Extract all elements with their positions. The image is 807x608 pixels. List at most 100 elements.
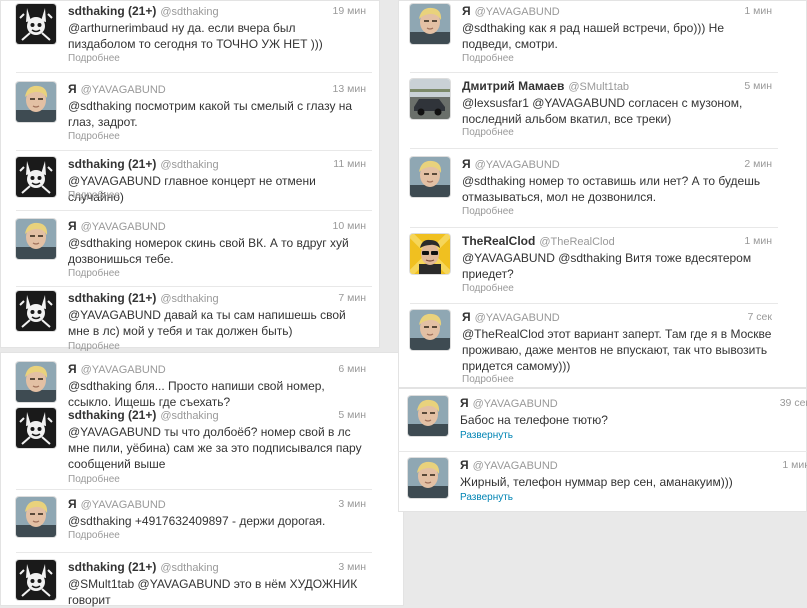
details-link[interactable]: Подробнее [68, 131, 120, 142]
tweet-text: @TheRealClod этот вариант заперт. Там гд… [462, 327, 772, 373]
author-handle[interactable]: @SMult1tab [568, 81, 629, 93]
author-handle[interactable]: @YAVAGABUND [81, 499, 166, 511]
author-handle[interactable]: @YAVAGABUND [475, 312, 560, 324]
car-photo-avatar[interactable] [410, 79, 450, 119]
details-link[interactable]: Подробнее [462, 374, 514, 385]
author-handle[interactable]: @sdthaking [160, 6, 218, 18]
tweet-header: TheRealClod @TheRealClod 1 мин [462, 234, 772, 250]
divider [398, 451, 807, 452]
author-name[interactable]: Дмитрий Мамаев [462, 79, 564, 93]
timestamp[interactable]: 2 мин [744, 158, 772, 170]
blond-man-avatar[interactable] [408, 458, 448, 498]
author-name[interactable]: sdthaking (21+) [68, 560, 156, 574]
blond-man-avatar[interactable] [410, 4, 450, 44]
tweet-text: @YAVAGABUND @sdthaking Витя тоже вдесяте… [462, 251, 752, 281]
author-name[interactable]: Я [68, 219, 77, 233]
expand-link[interactable]: Развернуть [460, 492, 513, 503]
author-handle[interactable]: @YAVAGABUND [473, 398, 558, 410]
blond-man-avatar[interactable] [410, 157, 450, 197]
timestamp[interactable]: 1 мин [782, 459, 807, 471]
blond-man-avatar[interactable] [16, 82, 56, 122]
timestamp[interactable]: 5 мин [744, 80, 772, 92]
blond-man-avatar[interactable] [16, 219, 56, 259]
author-handle[interactable]: @TheRealClod [539, 236, 614, 248]
bunny-avatar[interactable] [16, 560, 56, 600]
details-link[interactable]: Подробнее [68, 530, 120, 541]
timestamp[interactable]: 19 мин [333, 5, 366, 17]
author-name[interactable]: Я [68, 497, 77, 511]
tweet-header: Я @YAVAGABUND 39 сек [460, 396, 807, 412]
tweet-header: Я @YAVAGABUND 6 мин [68, 362, 366, 378]
timestamp[interactable]: 3 мин [338, 498, 366, 510]
tweet-header: sdthaking (21+) @sdthaking 3 мин [68, 560, 366, 576]
details-link[interactable]: Подробнее [68, 53, 120, 64]
author-name[interactable]: Я [462, 4, 471, 18]
bunny-avatar[interactable] [16, 157, 56, 197]
timestamp[interactable]: 5 мин [338, 409, 366, 421]
author-handle[interactable]: @sdthaking [160, 159, 218, 171]
details-link[interactable]: Подробнее [68, 190, 120, 201]
timestamp[interactable]: 1 мин [744, 235, 772, 247]
author-handle[interactable]: @YAVAGABUND [81, 221, 166, 233]
author-handle[interactable]: @sdthaking [160, 562, 218, 574]
timestamp[interactable]: 1 мин [744, 5, 772, 17]
author-handle[interactable]: @YAVAGABUND [475, 159, 560, 171]
author-name[interactable]: Я [460, 396, 469, 410]
divider [16, 286, 372, 287]
timestamp[interactable]: 10 мин [333, 220, 366, 232]
details-link[interactable]: Подробнее [68, 268, 120, 279]
tweet-header: Я @YAVAGABUND 13 мин [68, 82, 366, 98]
details-link[interactable]: Подробнее [68, 341, 120, 352]
tweet-text: @sdthaking бля... Просто напиши свой ном… [68, 379, 325, 409]
details-link[interactable]: Подробнее [68, 474, 120, 485]
author-handle[interactable]: @YAVAGABUND [81, 364, 166, 376]
left-timeline: sdthaking (21+) @sdthaking 19 мин @arthurn… [16, 4, 372, 607]
timestamp[interactable]: 7 сек [748, 311, 772, 323]
tweet-text: @sdthaking +4917632409897 - держи дорога… [68, 514, 326, 528]
tweet-header: Я @YAVAGABUND 3 мин [68, 497, 366, 513]
bunny-avatar[interactable] [16, 408, 56, 448]
author-name[interactable]: sdthaking (21+) [68, 4, 156, 18]
details-link[interactable]: Подробнее [462, 127, 514, 138]
timestamp[interactable]: 3 мин [338, 561, 366, 573]
author-name[interactable]: sdthaking (21+) [68, 291, 156, 305]
details-link[interactable]: Подробнее [462, 283, 514, 294]
bunny-avatar[interactable] [16, 291, 56, 331]
timestamp[interactable]: 6 мин [338, 363, 366, 375]
tweet-text: Бабос на телефоне тютю? [460, 413, 608, 427]
bunny-avatar[interactable] [16, 4, 56, 44]
timestamp[interactable]: 39 сек [780, 397, 807, 409]
author-handle[interactable]: @sdthaking [160, 293, 218, 305]
right-timeline: Я @YAVAGABUND 1 мин @sdthaking как я рад н… [410, 4, 778, 388]
details-link[interactable]: Подробнее [462, 206, 514, 217]
author-handle[interactable]: @YAVAGABUND [473, 460, 558, 472]
author-handle[interactable]: @YAVAGABUND [81, 84, 166, 96]
timestamp[interactable]: 11 мин [333, 158, 366, 170]
tweet-header: Я @YAVAGABUND 2 мин [462, 157, 772, 173]
blond-man-avatar[interactable] [410, 310, 450, 350]
tweet-header: Я @YAVAGABUND 1 мин [462, 4, 772, 20]
blond-man-avatar[interactable] [16, 497, 56, 537]
author-handle[interactable]: @sdthaking [160, 410, 218, 422]
author-name[interactable]: Я [460, 458, 469, 472]
timestamp[interactable]: 7 мин [338, 292, 366, 304]
author-name[interactable]: Я [462, 310, 471, 324]
divider [410, 148, 778, 149]
cartoon-man-avatar[interactable] [410, 234, 450, 274]
tweet-header: Я @YAVAGABUND 1 мин [460, 458, 807, 474]
author-name[interactable]: Я [68, 362, 77, 376]
tweet-header: sdthaking (21+) @sdthaking 5 мин [68, 408, 366, 424]
author-name[interactable]: TheRealClod [462, 234, 535, 248]
author-handle[interactable]: @YAVAGABUND [475, 6, 560, 18]
author-name[interactable]: sdthaking (21+) [68, 157, 156, 171]
tweet-header: sdthaking (21+) @sdthaking 19 мин [68, 4, 366, 20]
details-link[interactable]: Подробнее [462, 53, 514, 64]
blond-man-avatar[interactable] [408, 396, 448, 436]
expand-link[interactable]: Развернуть [460, 430, 513, 441]
author-name[interactable]: Я [462, 157, 471, 171]
divider [16, 552, 372, 553]
blond-man-avatar[interactable] [16, 362, 56, 402]
timestamp[interactable]: 13 мин [333, 83, 366, 95]
author-name[interactable]: Я [68, 82, 77, 96]
author-name[interactable]: sdthaking (21+) [68, 408, 156, 422]
